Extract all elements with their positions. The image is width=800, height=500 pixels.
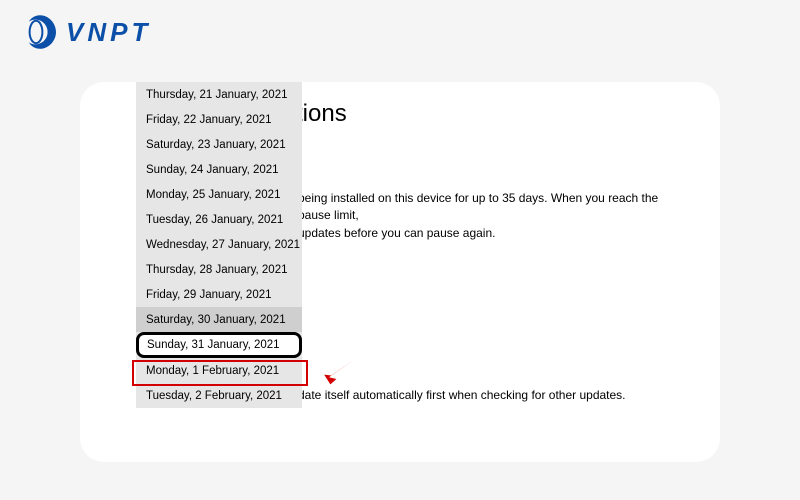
date-option[interactable]: Wednesday, 27 January, 2021 — [136, 232, 302, 257]
auto-update-description: date itself automatically first when che… — [298, 387, 690, 404]
brand-logo: VNPT — [20, 12, 151, 52]
date-option[interactable]: Sunday, 31 January, 2021 — [136, 332, 302, 358]
date-option[interactable]: Sunday, 24 January, 2021 — [136, 157, 302, 182]
date-option[interactable]: Friday, 22 January, 2021 — [136, 107, 302, 132]
date-option[interactable]: Saturday, 23 January, 2021 — [136, 132, 302, 157]
date-option[interactable]: Saturday, 30 January, 2021 — [136, 307, 302, 332]
pause-description-line2: updates before you can pause again. — [298, 225, 690, 242]
pause-description-line1: being installed on this device for up to… — [298, 190, 690, 225]
date-option[interactable]: Tuesday, 26 January, 2021 — [136, 207, 302, 232]
page-title: tions — [296, 100, 690, 128]
date-option[interactable]: Monday, 25 January, 2021 — [136, 182, 302, 207]
date-option[interactable]: Thursday, 21 January, 2021 — [136, 82, 302, 107]
date-option[interactable]: Friday, 29 January, 2021 — [136, 282, 302, 307]
date-option[interactable]: Tuesday, 2 February, 2021 — [136, 383, 302, 408]
brand-logo-text: VNPT — [66, 17, 151, 48]
date-option[interactable]: Monday, 1 February, 2021 — [136, 358, 302, 383]
date-option[interactable]: Thursday, 28 January, 2021 — [136, 257, 302, 282]
settings-panel: tions being installed on this device for… — [80, 82, 720, 462]
vnpt-logo-icon — [20, 12, 60, 52]
pause-until-date-dropdown[interactable]: Thursday, 21 January, 2021Friday, 22 Jan… — [136, 82, 302, 408]
